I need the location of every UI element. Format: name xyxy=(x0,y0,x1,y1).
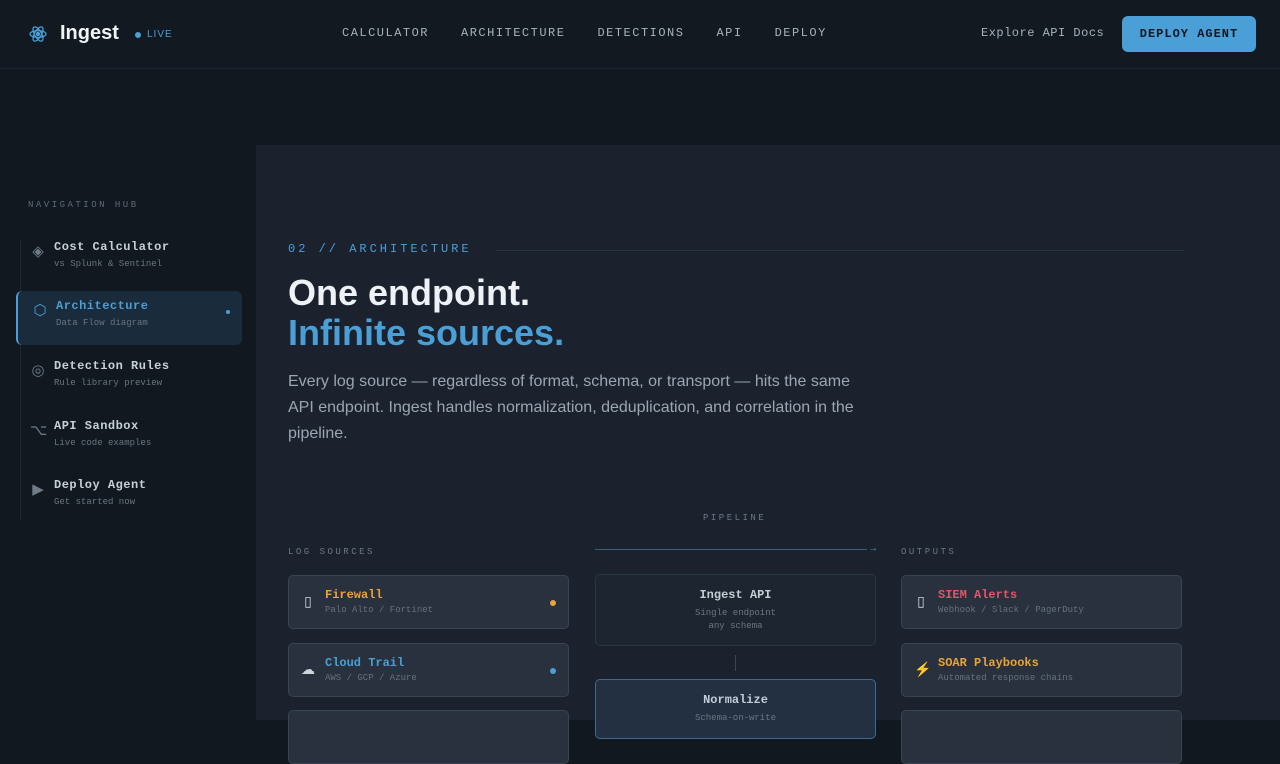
source-card-cloud-trail[interactable]: ☁ Cloud Trail AWS / GCP / Azure xyxy=(288,643,569,697)
card-title: SOAR Playbooks xyxy=(938,656,1039,670)
source-card-partial[interactable] xyxy=(288,710,569,764)
architecture-section: 02 // ARCHITECTURE One endpoint. Infinit… xyxy=(256,145,1280,764)
section-tag: 02 // ARCHITECTURE xyxy=(288,242,472,256)
stage-title: Ingest API xyxy=(699,588,772,602)
pipeline-arrow-line xyxy=(595,549,867,550)
section-divider xyxy=(496,250,1184,251)
nav-detections[interactable]: DETECTIONS xyxy=(597,26,684,40)
target-icon: ◎ xyxy=(31,362,45,379)
card-sub: Automated response chains xyxy=(938,673,1074,683)
card-title: Cloud Trail xyxy=(325,656,405,670)
output-card-soar-playbooks[interactable]: ⚡ SOAR Playbooks Automated response chai… xyxy=(901,643,1182,697)
atom-logo-icon xyxy=(29,25,47,42)
sidebar-item-label: Detection Rules xyxy=(54,359,170,373)
sidebar-item-architecture[interactable]: ⬡ Architecture Data Flow diagram xyxy=(16,291,242,345)
cloud-icon: ☁ xyxy=(301,661,315,677)
live-dot-icon xyxy=(135,31,141,38)
live-label: LIVE xyxy=(147,29,173,40)
outputs-label: OUTPUTS xyxy=(901,547,957,557)
stage-title: Normalize xyxy=(703,693,768,707)
sidebar-item-sub: Live code examples xyxy=(54,438,152,448)
headline-accent: Infinite sources. xyxy=(288,312,565,353)
stage-ingest-api[interactable]: Ingest API Single endpoint any schema xyxy=(595,574,876,646)
sidebar-item-deploy-agent[interactable]: ▶ Deploy Agent Get started now xyxy=(16,470,240,524)
explore-api-docs-link[interactable]: Explore API Docs xyxy=(981,26,1104,40)
status-dot xyxy=(550,600,556,606)
arrow-right-icon: → xyxy=(868,543,878,554)
nav-deploy[interactable]: DEPLOY xyxy=(775,26,827,40)
stage-sub: Single endpoint any schema xyxy=(596,607,875,633)
stage-connector xyxy=(735,655,736,671)
stage-sub-line: any schema xyxy=(708,621,763,631)
sidebar-item-api-sandbox[interactable]: ⌥ API Sandbox Live code examples xyxy=(16,411,240,465)
headline-primary: One endpoint. xyxy=(288,272,530,313)
play-icon: ▶ xyxy=(32,481,44,498)
card-title: Firewall xyxy=(325,588,383,602)
nav-architecture[interactable]: ARCHITECTURE xyxy=(461,26,565,40)
hexagon-icon: ⬡ xyxy=(33,302,47,319)
nav-calculator[interactable]: CALCULATOR xyxy=(342,26,429,40)
sidebar-item-sub: Rule library preview xyxy=(54,378,163,388)
deploy-agent-button[interactable]: DEPLOY AGENT xyxy=(1122,16,1256,52)
navigation-hub-sidebar: NAVIGATION HUB ◈ Cost Calculator vs Splu… xyxy=(0,145,256,720)
sidebar-item-label: Deploy Agent xyxy=(54,478,147,492)
sidebar-item-label: API Sandbox xyxy=(54,419,139,433)
card-sub: AWS / GCP / Azure xyxy=(325,673,417,683)
card-title: SIEM Alerts xyxy=(938,588,1018,602)
brand-logo[interactable]: Ingest xyxy=(28,22,119,45)
stage-sub-line: Single endpoint xyxy=(694,608,776,618)
pipeline-label: PIPELINE xyxy=(703,513,767,523)
lightning-icon: ⚡ xyxy=(914,661,932,677)
live-badge: LIVE xyxy=(135,29,173,40)
active-indicator-dot xyxy=(226,310,230,314)
sidebar-item-sub: Data Flow diagram xyxy=(56,318,148,328)
top-header: Ingest LIVE CALCULATOR ARCHITECTURE DETE… xyxy=(0,0,1280,69)
sidebar-item-label: Architecture xyxy=(56,299,149,313)
sidebar-item-sub: Get started now xyxy=(54,497,136,507)
output-card-siem-alerts[interactable]: ▯ SIEM Alerts Webhook / Slack / PagerDut… xyxy=(901,575,1182,629)
stage-sub: Schema-on-write xyxy=(694,713,776,723)
sidebar-item-cost-calculator[interactable]: ◈ Cost Calculator vs Splunk & Sentinel xyxy=(16,232,240,286)
log-sources-label: LOG SOURCES xyxy=(288,547,375,557)
diamond-icon: ◈ xyxy=(32,243,44,260)
output-card-partial[interactable] xyxy=(901,710,1182,764)
sidebar-title: NAVIGATION HUB xyxy=(28,200,139,210)
status-dot xyxy=(550,668,556,674)
sidebar-item-detection-rules[interactable]: ◎ Detection Rules Rule library preview xyxy=(16,351,240,405)
option-key-icon: ⌥ xyxy=(30,422,48,439)
source-card-firewall[interactable]: ▯ Firewall Palo Alto / Fortinet xyxy=(288,575,569,629)
card-sub: Palo Alto / Fortinet xyxy=(325,605,434,615)
stage-normalize[interactable]: Normalize Schema-on-write xyxy=(595,679,876,739)
card-sub: Webhook / Slack / PagerDuty xyxy=(938,605,1084,615)
nav-api[interactable]: API xyxy=(716,26,742,40)
firewall-icon: ▯ xyxy=(304,593,312,609)
lead-paragraph: Every log source — regardless of format,… xyxy=(288,373,854,442)
brand-name: Ingest xyxy=(60,22,119,44)
siem-icon: ▯ xyxy=(917,593,925,609)
sidebar-item-label: Cost Calculator xyxy=(54,240,170,254)
sidebar-item-sub: vs Splunk & Sentinel xyxy=(54,259,163,269)
main-nav: CALCULATOR ARCHITECTURE DETECTIONS API D… xyxy=(342,26,827,40)
